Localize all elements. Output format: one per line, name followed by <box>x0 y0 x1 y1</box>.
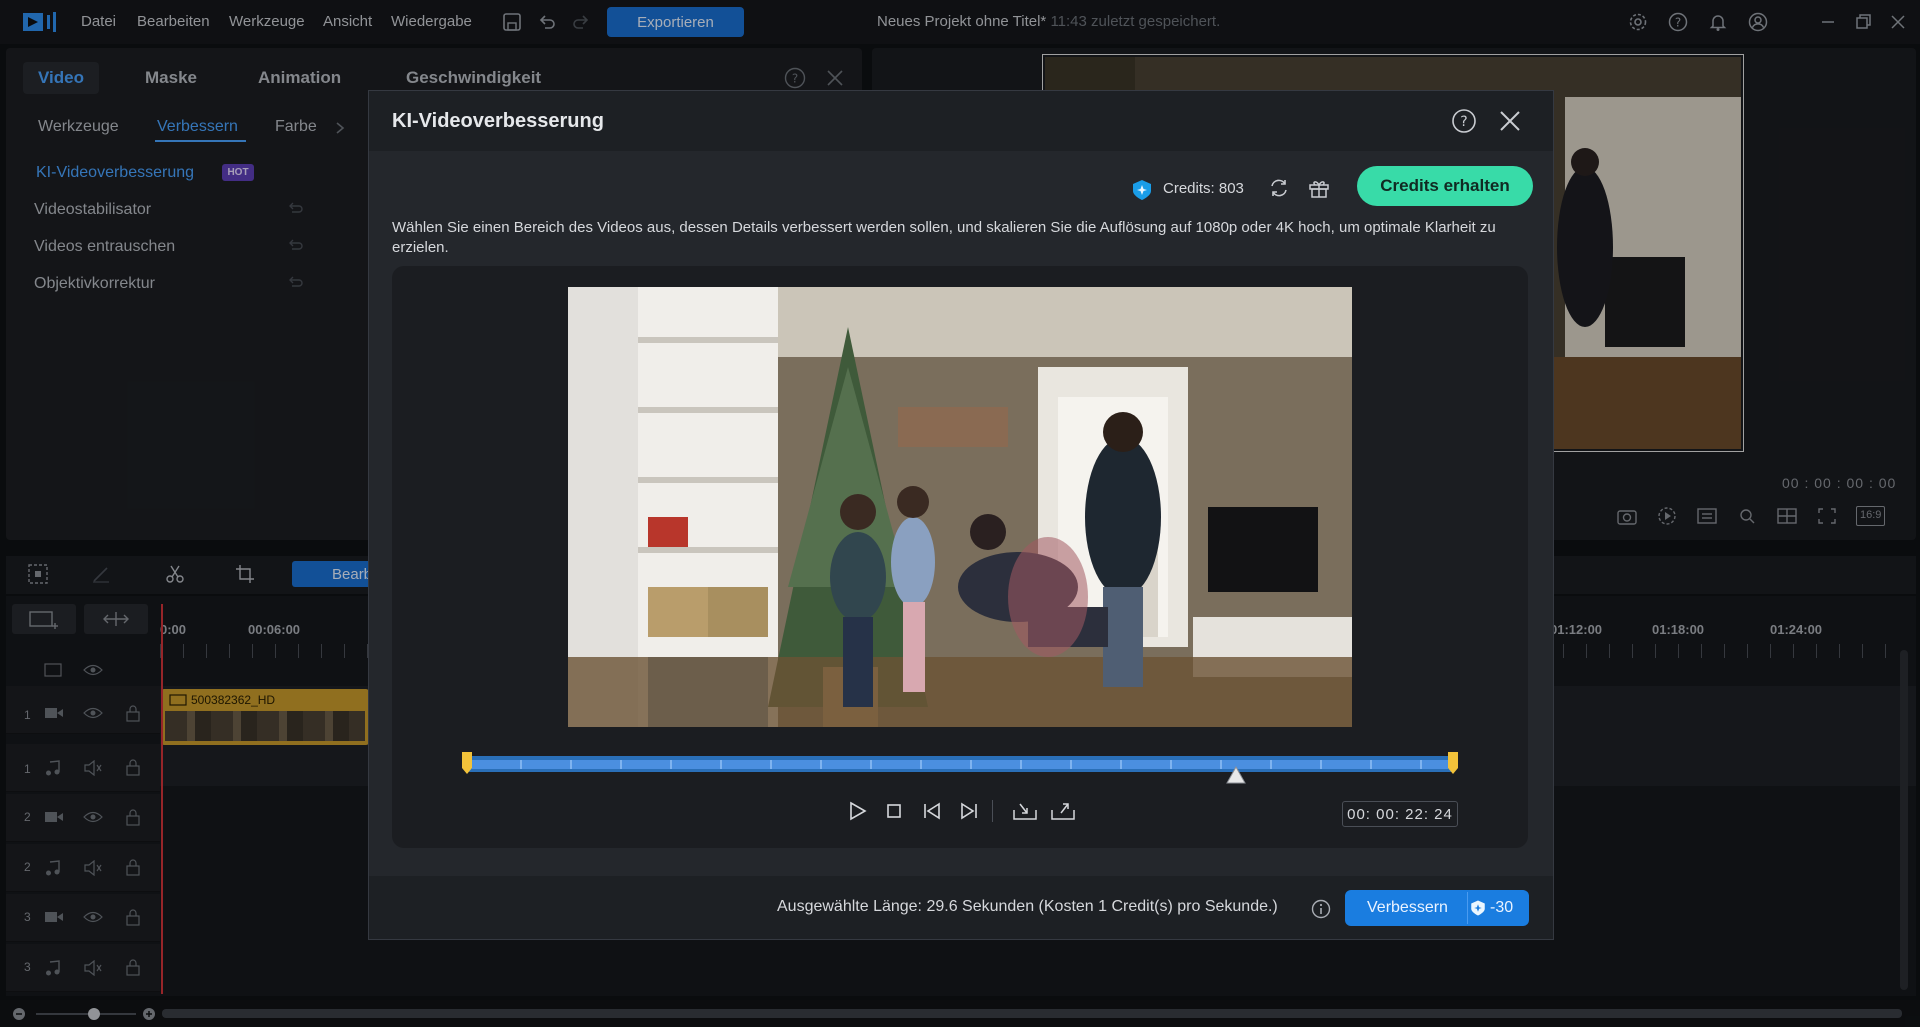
dialog-description: Wählen Sie einen Bereich des Videos aus,… <box>392 219 1496 256</box>
controls-divider <box>992 800 993 822</box>
credits-icon <box>1130 178 1154 202</box>
mark-out-icon[interactable] <box>1050 800 1076 822</box>
enhance-button-divider <box>1467 892 1468 924</box>
selected-length-text: Ausgewählte Länge: 29.6 Sekunden (Kosten… <box>777 898 1278 915</box>
dialog-title: KI-Videoverbesserung <box>392 110 604 132</box>
selection-range-fill <box>472 760 1448 769</box>
refresh-icon[interactable] <box>1267 176 1291 200</box>
next-frame-icon[interactable] <box>958 800 980 822</box>
enhance-cost: -30 <box>1490 899 1514 916</box>
video-preview-frame[interactable] <box>568 287 1352 727</box>
range-start-handle[interactable] <box>462 752 472 774</box>
dialog-close-icon[interactable] <box>1497 108 1523 134</box>
svg-text:?: ? <box>1460 114 1467 130</box>
stop-icon[interactable] <box>883 800 905 822</box>
mark-in-icon[interactable] <box>1012 800 1038 822</box>
playhead-marker[interactable] <box>1225 765 1246 785</box>
current-timecode: 00: 00: 22: 24 <box>1342 801 1458 827</box>
gift-icon[interactable] <box>1307 176 1331 200</box>
previous-frame-icon[interactable] <box>921 800 943 822</box>
info-icon[interactable] <box>1311 899 1331 919</box>
credit-cost-icon <box>1469 899 1487 917</box>
range-end-handle[interactable] <box>1448 752 1458 774</box>
credits-balance: Credits: 803 <box>1163 180 1244 197</box>
play-icon[interactable] <box>846 800 868 822</box>
enhance-button[interactable]: Verbessern -30 <box>1345 890 1529 926</box>
dialog-help-icon[interactable]: ? <box>1451 108 1477 134</box>
get-credits-button[interactable]: Credits erhalten <box>1357 166 1533 206</box>
enhance-button-label: Verbessern <box>1367 899 1448 916</box>
